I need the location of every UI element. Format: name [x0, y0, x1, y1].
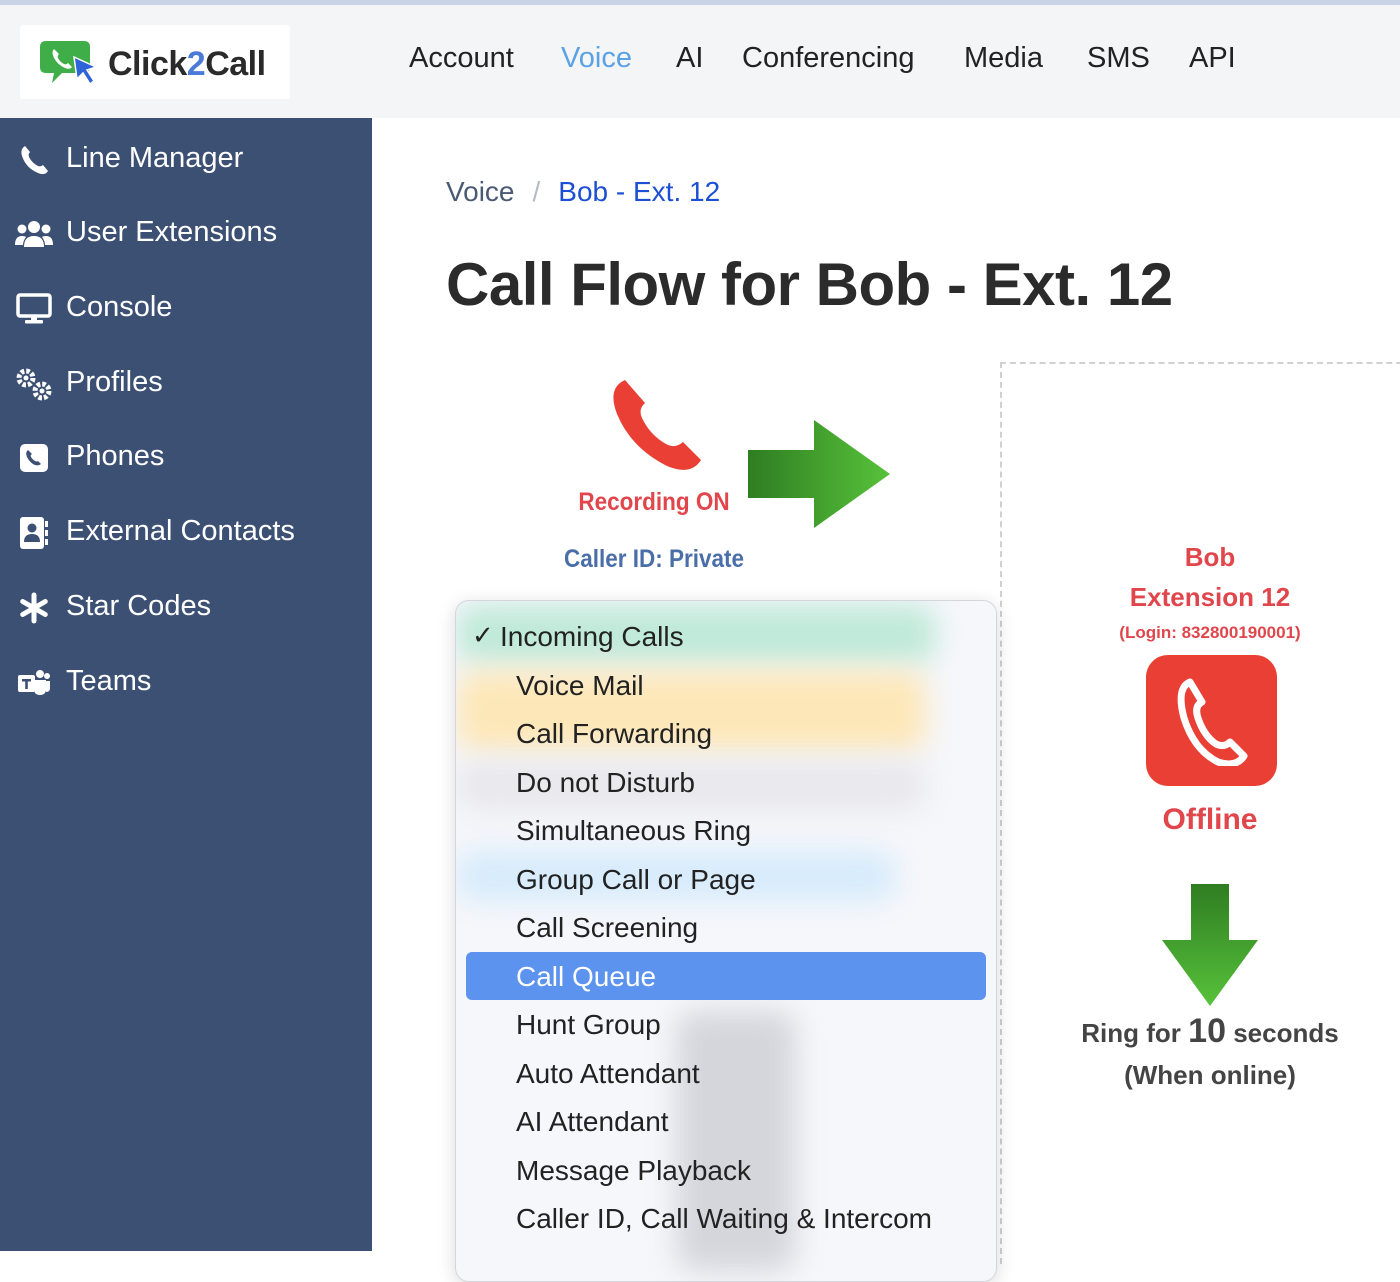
extension-login: (Login: 832800190001): [1119, 623, 1301, 642]
recording-phone-icon: [613, 380, 701, 470]
sidebar-item-console[interactable]: Console: [0, 279, 372, 339]
ring-condition: (When online): [1124, 1060, 1296, 1090]
flow-arrow-right-icon: [748, 420, 890, 528]
sidebar-item-line-manager[interactable]: Line Manager: [0, 130, 372, 190]
call-flow-dropdown[interactable]: ✓ Incoming Calls Voice Mail Call Forward…: [455, 600, 997, 1282]
recording-status: Recording ON: [578, 488, 730, 516]
nav-ai[interactable]: AI: [676, 42, 703, 75]
sidebar-item-label: External Contacts: [66, 515, 295, 547]
sidebar-item-user-extensions[interactable]: User Extensions: [0, 204, 372, 264]
phone-icon: [1177, 678, 1247, 766]
dropdown-option-ai-attendant[interactable]: AI Attendant: [466, 1097, 986, 1145]
sidebar-item-external-contacts[interactable]: External Contacts: [0, 503, 372, 563]
nav-conferencing[interactable]: Conferencing: [742, 42, 915, 75]
phone-icon: [14, 142, 54, 178]
sidebar-item-teams[interactable]: Teams: [0, 653, 372, 713]
sidebar-item-label: Star Codes: [66, 590, 212, 622]
breadcrumb: Voice / Bob - Ext. 12: [446, 176, 720, 208]
extension-phone-button[interactable]: [1146, 655, 1277, 786]
dropdown-option-simultaneous-ring[interactable]: Simultaneous Ring: [466, 806, 986, 854]
checkmark-icon: ✓: [472, 620, 494, 650]
sidebar-item-label: Profiles: [66, 366, 163, 398]
breadcrumb-current[interactable]: Bob - Ext. 12: [558, 176, 720, 207]
teams-icon: [14, 665, 54, 701]
dropdown-option-incoming-calls[interactable]: ✓ Incoming Calls: [466, 612, 986, 660]
dropdown-option-call-queue[interactable]: Call Queue: [466, 952, 986, 1000]
extension-status: Offline: [1162, 803, 1258, 836]
asterisk-icon: [14, 590, 54, 626]
sidebar-item-label: User Extensions: [66, 216, 278, 248]
monitor-icon: [14, 291, 54, 327]
phone-square-icon: [14, 440, 54, 476]
sidebar-item-phones[interactable]: Phones: [0, 428, 372, 488]
breadcrumb-separator: /: [532, 176, 541, 207]
dropdown-option-message-playback[interactable]: Message Playback: [466, 1146, 986, 1194]
sidebar-item-star-codes[interactable]: Star Codes: [0, 578, 372, 638]
dropdown-option-caller-id-call-waiting-intercom[interactable]: Caller ID, Call Waiting & Intercom: [466, 1194, 986, 1242]
ring-duration: Ring for 10 seconds: [1081, 1012, 1339, 1050]
app-logo[interactable]: Click2Call: [20, 25, 290, 99]
nav-voice[interactable]: Voice: [561, 42, 632, 75]
dropdown-option-call-screening[interactable]: Call Screening: [466, 903, 986, 951]
dropdown-option-call-forwarding[interactable]: Call Forwarding: [466, 709, 986, 757]
logo-wordmark: Click2Call: [108, 45, 266, 83]
gears-icon: [14, 366, 54, 402]
dropdown-option-voice-mail[interactable]: Voice Mail: [466, 661, 986, 709]
nav-api[interactable]: API: [1189, 42, 1236, 75]
page-title: Call Flow for Bob - Ext. 12: [446, 251, 1173, 318]
dropdown-option-auto-attendant[interactable]: Auto Attendant: [466, 1049, 986, 1097]
address-book-icon: [14, 515, 54, 551]
nav-sms[interactable]: SMS: [1087, 42, 1150, 75]
sidebar-item-label: Phones: [66, 440, 165, 472]
caller-id-setting[interactable]: Caller ID: Private: [557, 545, 751, 574]
sidebar-item-label: Line Manager: [66, 142, 244, 174]
sidebar: Line Manager User Extensions Console Pro…: [0, 118, 372, 1251]
sidebar-item-profiles[interactable]: Profiles: [0, 354, 372, 414]
flow-arrow-down-icon: [1162, 884, 1258, 1006]
extension-name: Bob: [1184, 542, 1236, 572]
dropdown-option-do-not-disturb[interactable]: Do not Disturb: [466, 758, 986, 806]
dropdown-option-hunt-group[interactable]: Hunt Group: [466, 1000, 986, 1048]
nav-media[interactable]: Media: [964, 42, 1043, 75]
nav-account[interactable]: Account: [409, 42, 514, 75]
top-header: Click2Call Account Voice AI Conferencing…: [0, 5, 1400, 118]
sidebar-item-label: Console: [66, 291, 173, 323]
users-icon: [14, 216, 54, 252]
breadcrumb-voice-link[interactable]: Voice: [446, 176, 515, 207]
dropdown-option-group-call-or-page[interactable]: Group Call or Page: [466, 855, 986, 903]
sidebar-item-label: Teams: [66, 665, 152, 697]
extension-number: Extension 12: [1129, 582, 1291, 612]
click2call-logo-icon: [40, 41, 99, 86]
